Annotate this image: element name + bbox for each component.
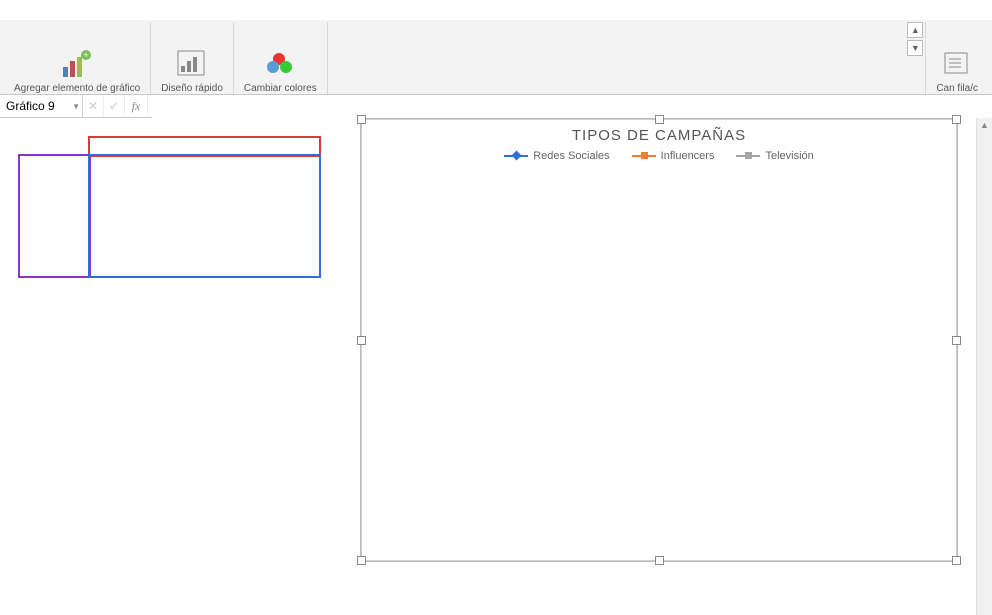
quick-layout-button[interactable]: Diseño rápido	[151, 22, 234, 94]
chart-styles-gallery	[328, 22, 906, 94]
worksheet[interactable]: TIPOS DE CAMPAÑAS Redes Sociales Influen…	[0, 118, 992, 615]
name-box-dropdown-icon[interactable]: ▼	[72, 102, 80, 111]
chart-title[interactable]: TIPOS DE CAMPAÑAS	[361, 127, 957, 144]
vertical-scrollbar[interactable]: ▲	[976, 118, 992, 615]
fx-icon[interactable]: fx	[125, 95, 148, 117]
formula-input[interactable]	[152, 95, 992, 119]
enter-icon[interactable]: ✓	[104, 95, 125, 117]
scroll-up-icon[interactable]: ▲	[977, 118, 992, 132]
gallery-scroll: ▲ ▼	[905, 22, 925, 94]
data-values-highlight	[88, 154, 321, 278]
add-element-icon: +	[61, 47, 93, 81]
swap-icon	[941, 47, 973, 81]
add-chart-element-button[interactable]: + Agregar elemento de gráfico	[4, 22, 151, 94]
switch-row-col-button[interactable]: Can fila/c	[925, 22, 988, 94]
svg-text:+: +	[83, 50, 88, 60]
change-colors-icon	[264, 47, 296, 81]
name-box-input[interactable]	[4, 98, 78, 114]
row-labels-highlight	[18, 154, 91, 278]
change-colors-button[interactable]: Cambiar colores	[234, 22, 328, 94]
chart-legend[interactable]: Redes Sociales Influencers Televisión	[361, 150, 957, 162]
gallery-down-button[interactable]: ▼	[907, 40, 923, 56]
cancel-icon[interactable]: ✕	[83, 95, 104, 117]
menu-bar	[0, 0, 992, 20]
ribbon: + Agregar elemento de gráfico Diseño ráp…	[0, 20, 992, 95]
gallery-up-button[interactable]: ▲	[907, 22, 923, 38]
name-box[interactable]: ▼	[0, 95, 83, 117]
formula-bar: ▼ ✕ ✓ fx	[0, 95, 992, 118]
quick-layout-icon	[176, 47, 208, 81]
chart-object[interactable]: TIPOS DE CAMPAÑAS Redes Sociales Influen…	[360, 118, 958, 562]
chart-plot-area[interactable]	[407, 168, 937, 516]
